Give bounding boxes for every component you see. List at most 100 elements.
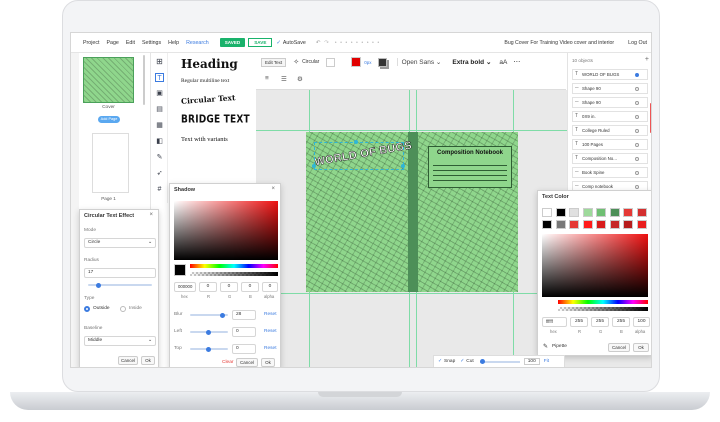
white-color-swatch[interactable] [326,57,336,67]
rocket-tool-icon[interactable]: ➶ [155,169,164,178]
redo-icon[interactable]: ↷ [324,40,328,46]
layer-visibility-icon[interactable] [635,185,639,189]
cut-check-icon[interactable]: ✓ [460,359,464,364]
text-hex-input[interactable]: ffffff [542,317,567,327]
color-swatch[interactable] [582,208,593,217]
layer-visibility-icon[interactable] [635,171,639,175]
shapes-tool-icon[interactable]: ◧ [155,137,164,146]
more-options-icon[interactable]: ⋯ [513,58,520,66]
layer-item[interactable]: T College Ruled [572,125,648,136]
layer-visibility-icon[interactable] [635,73,639,77]
color-swatch[interactable] [623,220,633,229]
font-family-select[interactable]: Open Sans ⌄ [396,58,444,66]
menu-edit[interactable]: Edit [126,40,135,46]
pipette-label[interactable]: Pipette [552,344,567,349]
type-outside-radio[interactable] [84,306,90,312]
top-slider[interactable] [190,346,228,352]
left-input[interactable]: 0 [232,327,256,337]
color-swatch[interactable] [555,220,566,229]
color-swatch[interactable] [569,220,579,229]
preset-heading[interactable]: Heading [181,57,238,71]
shadow-swatch[interactable] [377,57,387,67]
ok-button[interactable]: Ok [141,356,155,365]
selection-handle[interactable] [354,140,358,144]
cancel-button[interactable]: Cancel [118,356,138,365]
color-swatch[interactable] [609,208,620,217]
edit-text-button[interactable]: Edit Text [261,57,287,67]
pipette-icon[interactable]: ✎ [543,343,548,350]
blur-slider[interactable] [190,312,228,318]
history-track[interactable]: • • • • • • • • • [335,40,380,46]
autosave-check-icon[interactable]: ✓ [276,40,280,46]
baseline-select[interactable]: Middle ⌄ [84,336,156,346]
zoom-input[interactable]: 100 [523,358,540,365]
color-swatch[interactable] [636,220,647,229]
slider-knob[interactable] [206,346,211,352]
shadow-alpha-slider[interactable] [190,272,278,276]
selection-handle[interactable] [401,164,405,168]
case-toggle[interactable]: aA [499,59,507,66]
layer-visibility-icon[interactable] [635,87,639,91]
text-r-input[interactable]: 255 [570,317,588,327]
shadow-hex-input[interactable]: 000000 [174,282,196,292]
shadow-color-picker[interactable] [174,201,278,260]
layer-visibility-icon[interactable] [635,157,639,161]
text-alpha-slider[interactable] [558,307,648,311]
radius-slider[interactable] [88,282,152,288]
color-swatch[interactable] [609,220,620,229]
grid-tool-icon[interactable]: ▦ [155,121,164,130]
color-swatch[interactable] [555,208,566,217]
layer-item[interactable]: T 100 Pages [572,139,648,150]
radius-input[interactable]: 17 [84,268,156,278]
type-inside-radio[interactable] [120,306,126,312]
color-swatch[interactable] [596,208,606,217]
text-color-picker[interactable] [542,234,648,297]
layout-icon[interactable]: ⊞ [155,57,164,66]
shadow-r-input[interactable]: 0 [199,282,217,292]
close-icon[interactable]: × [149,212,153,218]
cover-thumbnail[interactable] [83,57,134,103]
add-page-button[interactable]: Add Page [98,116,120,123]
color-swatch[interactable] [582,220,593,229]
shadow-g-input[interactable]: 0 [220,282,238,292]
layers-scrollbar[interactable] [650,103,651,133]
text-b-input[interactable]: 255 [612,317,630,327]
layer-visibility-icon[interactable] [635,101,639,105]
layer-item[interactable]: T 0X9 in. [572,111,648,122]
cancel-button[interactable]: Cancel [608,343,630,352]
layer-visibility-icon[interactable] [635,129,639,133]
color-swatch[interactable] [596,220,606,229]
fit-button[interactable]: Fit [544,359,549,364]
selection-handle[interactable] [312,164,316,168]
color-swatch[interactable] [636,208,647,217]
left-slider[interactable] [190,329,228,335]
color-swatch[interactable] [623,208,633,217]
page1-thumbnail[interactable] [92,133,129,193]
preset-regular[interactable]: Regular multiline text [181,78,229,84]
book-cover[interactable]: Composition Notebook WORLD OF BUGS [306,132,518,292]
align-icon[interactable]: ≡ [265,75,269,82]
preset-variants[interactable]: Text with variants [181,136,228,143]
clear-link[interactable]: Clear [222,360,233,365]
ok-button[interactable]: Ok [633,343,649,352]
shadow-b-input[interactable]: 0 [241,282,259,292]
layer-item[interactable]: ─ Book Spine [572,167,648,178]
shadow-alpha-input[interactable]: 0 [262,282,278,292]
preset-bridge[interactable]: BRIDGE TEXT [181,114,250,126]
red-color-swatch[interactable] [351,57,362,67]
layer-item[interactable]: ─ Shape 90 [572,97,648,108]
list-icon[interactable]: ☰ [281,75,287,83]
cancel-button[interactable]: Cancel [236,358,258,367]
text-alpha-input[interactable]: 100 [633,317,650,327]
blur-input[interactable]: 28 [232,310,256,320]
layers-add-icon[interactable]: + [645,56,649,63]
menu-settings[interactable]: Settings [142,40,161,46]
menu-project[interactable]: Project [83,40,100,46]
top-input[interactable]: 0 [232,344,256,354]
top-reset-link[interactable]: Reset [264,346,277,351]
logout-link[interactable]: Log Out [628,40,647,46]
layer-visibility-icon[interactable] [635,115,639,119]
undo-icon[interactable]: ↶ [316,40,320,46]
circular-toggle[interactable]: Circular [302,59,319,65]
color-swatch[interactable] [569,208,579,217]
